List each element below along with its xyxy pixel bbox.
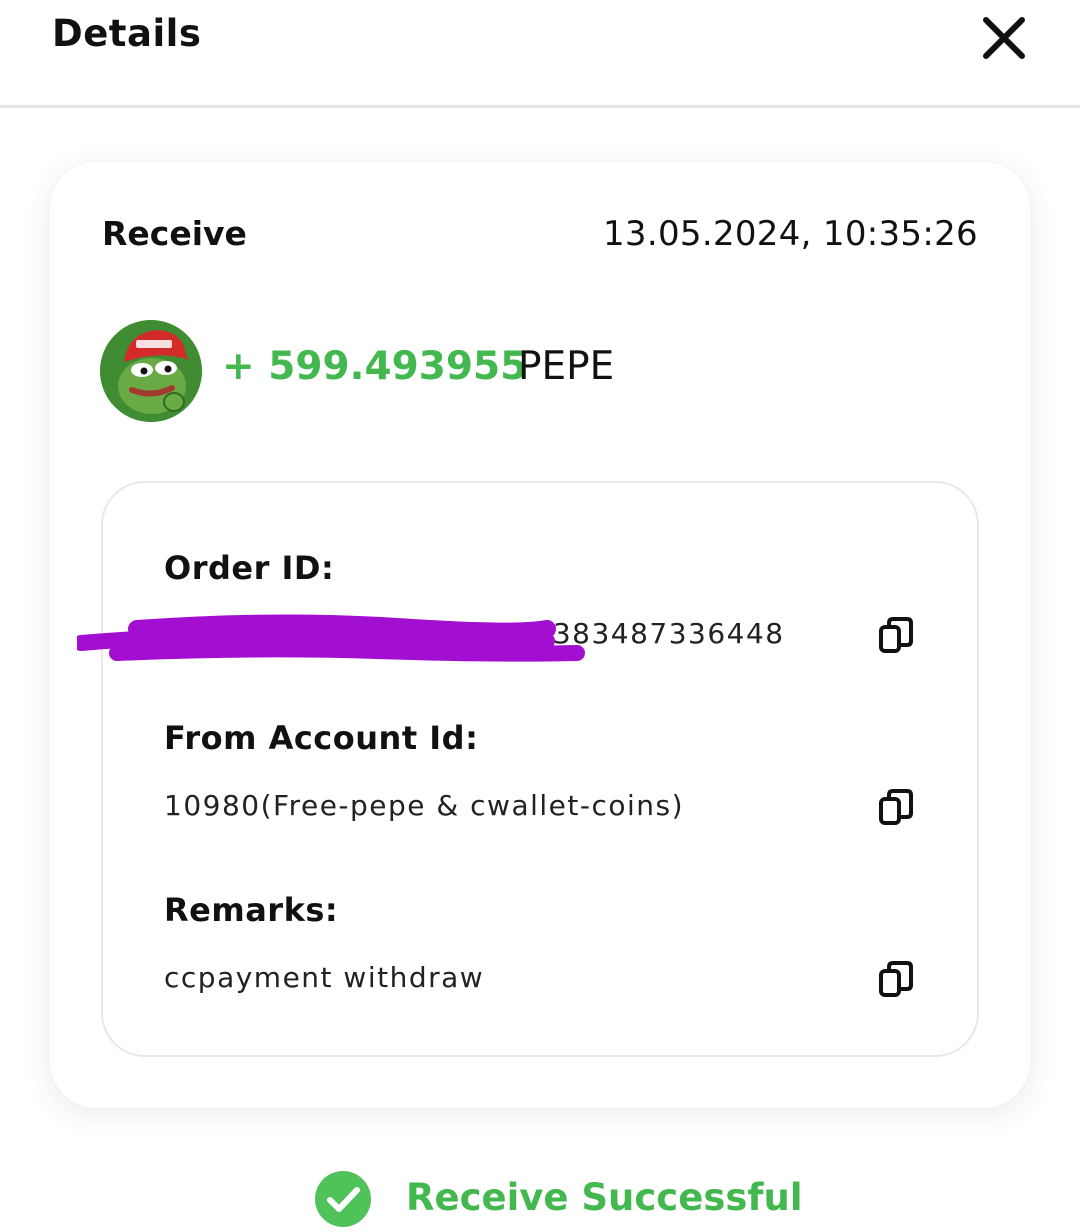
copy-order-id-button[interactable] (877, 615, 917, 655)
transaction-amount: + 599.493955 (222, 344, 528, 389)
status-text: Receive Successful (406, 1176, 803, 1219)
order-id-value: …2383487336448 (164, 617, 785, 650)
transaction-type: Receive (102, 214, 247, 253)
copy-icon[interactable] (877, 615, 917, 655)
pepe-token-icon (100, 320, 202, 422)
close-button[interactable] (978, 12, 1030, 64)
copy-remarks-button[interactable] (877, 959, 917, 999)
remarks-value: ccpayment withdraw (164, 961, 485, 994)
remarks-label: Remarks: (164, 891, 339, 929)
header-bar: Details (0, 0, 1080, 108)
order-id-visible-part: …2383487336448 (504, 617, 785, 650)
page-title: Details (52, 12, 202, 55)
transaction-datetime: 13.05.2024, 10:35:26 (603, 214, 978, 254)
transaction-card: Receive 13.05.2024, 10:35:26 + 599.49395… (50, 162, 1030, 1108)
from-account-value: 10980(Free-pepe & cwallet-coins) (164, 789, 685, 822)
copy-icon[interactable] (877, 787, 917, 827)
copy-from-account-button[interactable] (877, 787, 917, 827)
check-circle-icon (315, 1171, 371, 1227)
transaction-currency: PEPE (518, 344, 615, 389)
from-account-label: From Account Id: (164, 719, 479, 757)
details-panel: Order ID: …2383487336448 From Account Id… (77, 481, 979, 1057)
copy-icon[interactable] (877, 959, 917, 999)
order-id-label: Order ID: (164, 549, 335, 587)
close-icon[interactable] (978, 12, 1030, 64)
